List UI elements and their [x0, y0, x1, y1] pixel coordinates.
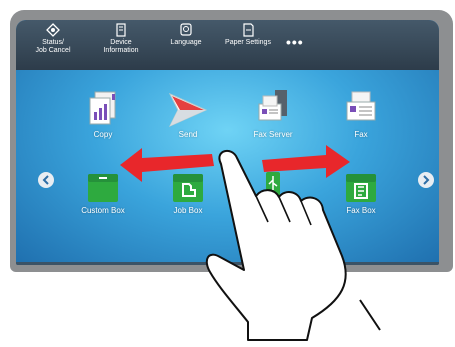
swipe-left-arrow-icon	[120, 148, 214, 182]
swipe-right-arrow-icon	[262, 145, 350, 178]
swipe-gesture-overlay	[120, 145, 381, 341]
hand-pointer-icon	[205, 149, 381, 341]
